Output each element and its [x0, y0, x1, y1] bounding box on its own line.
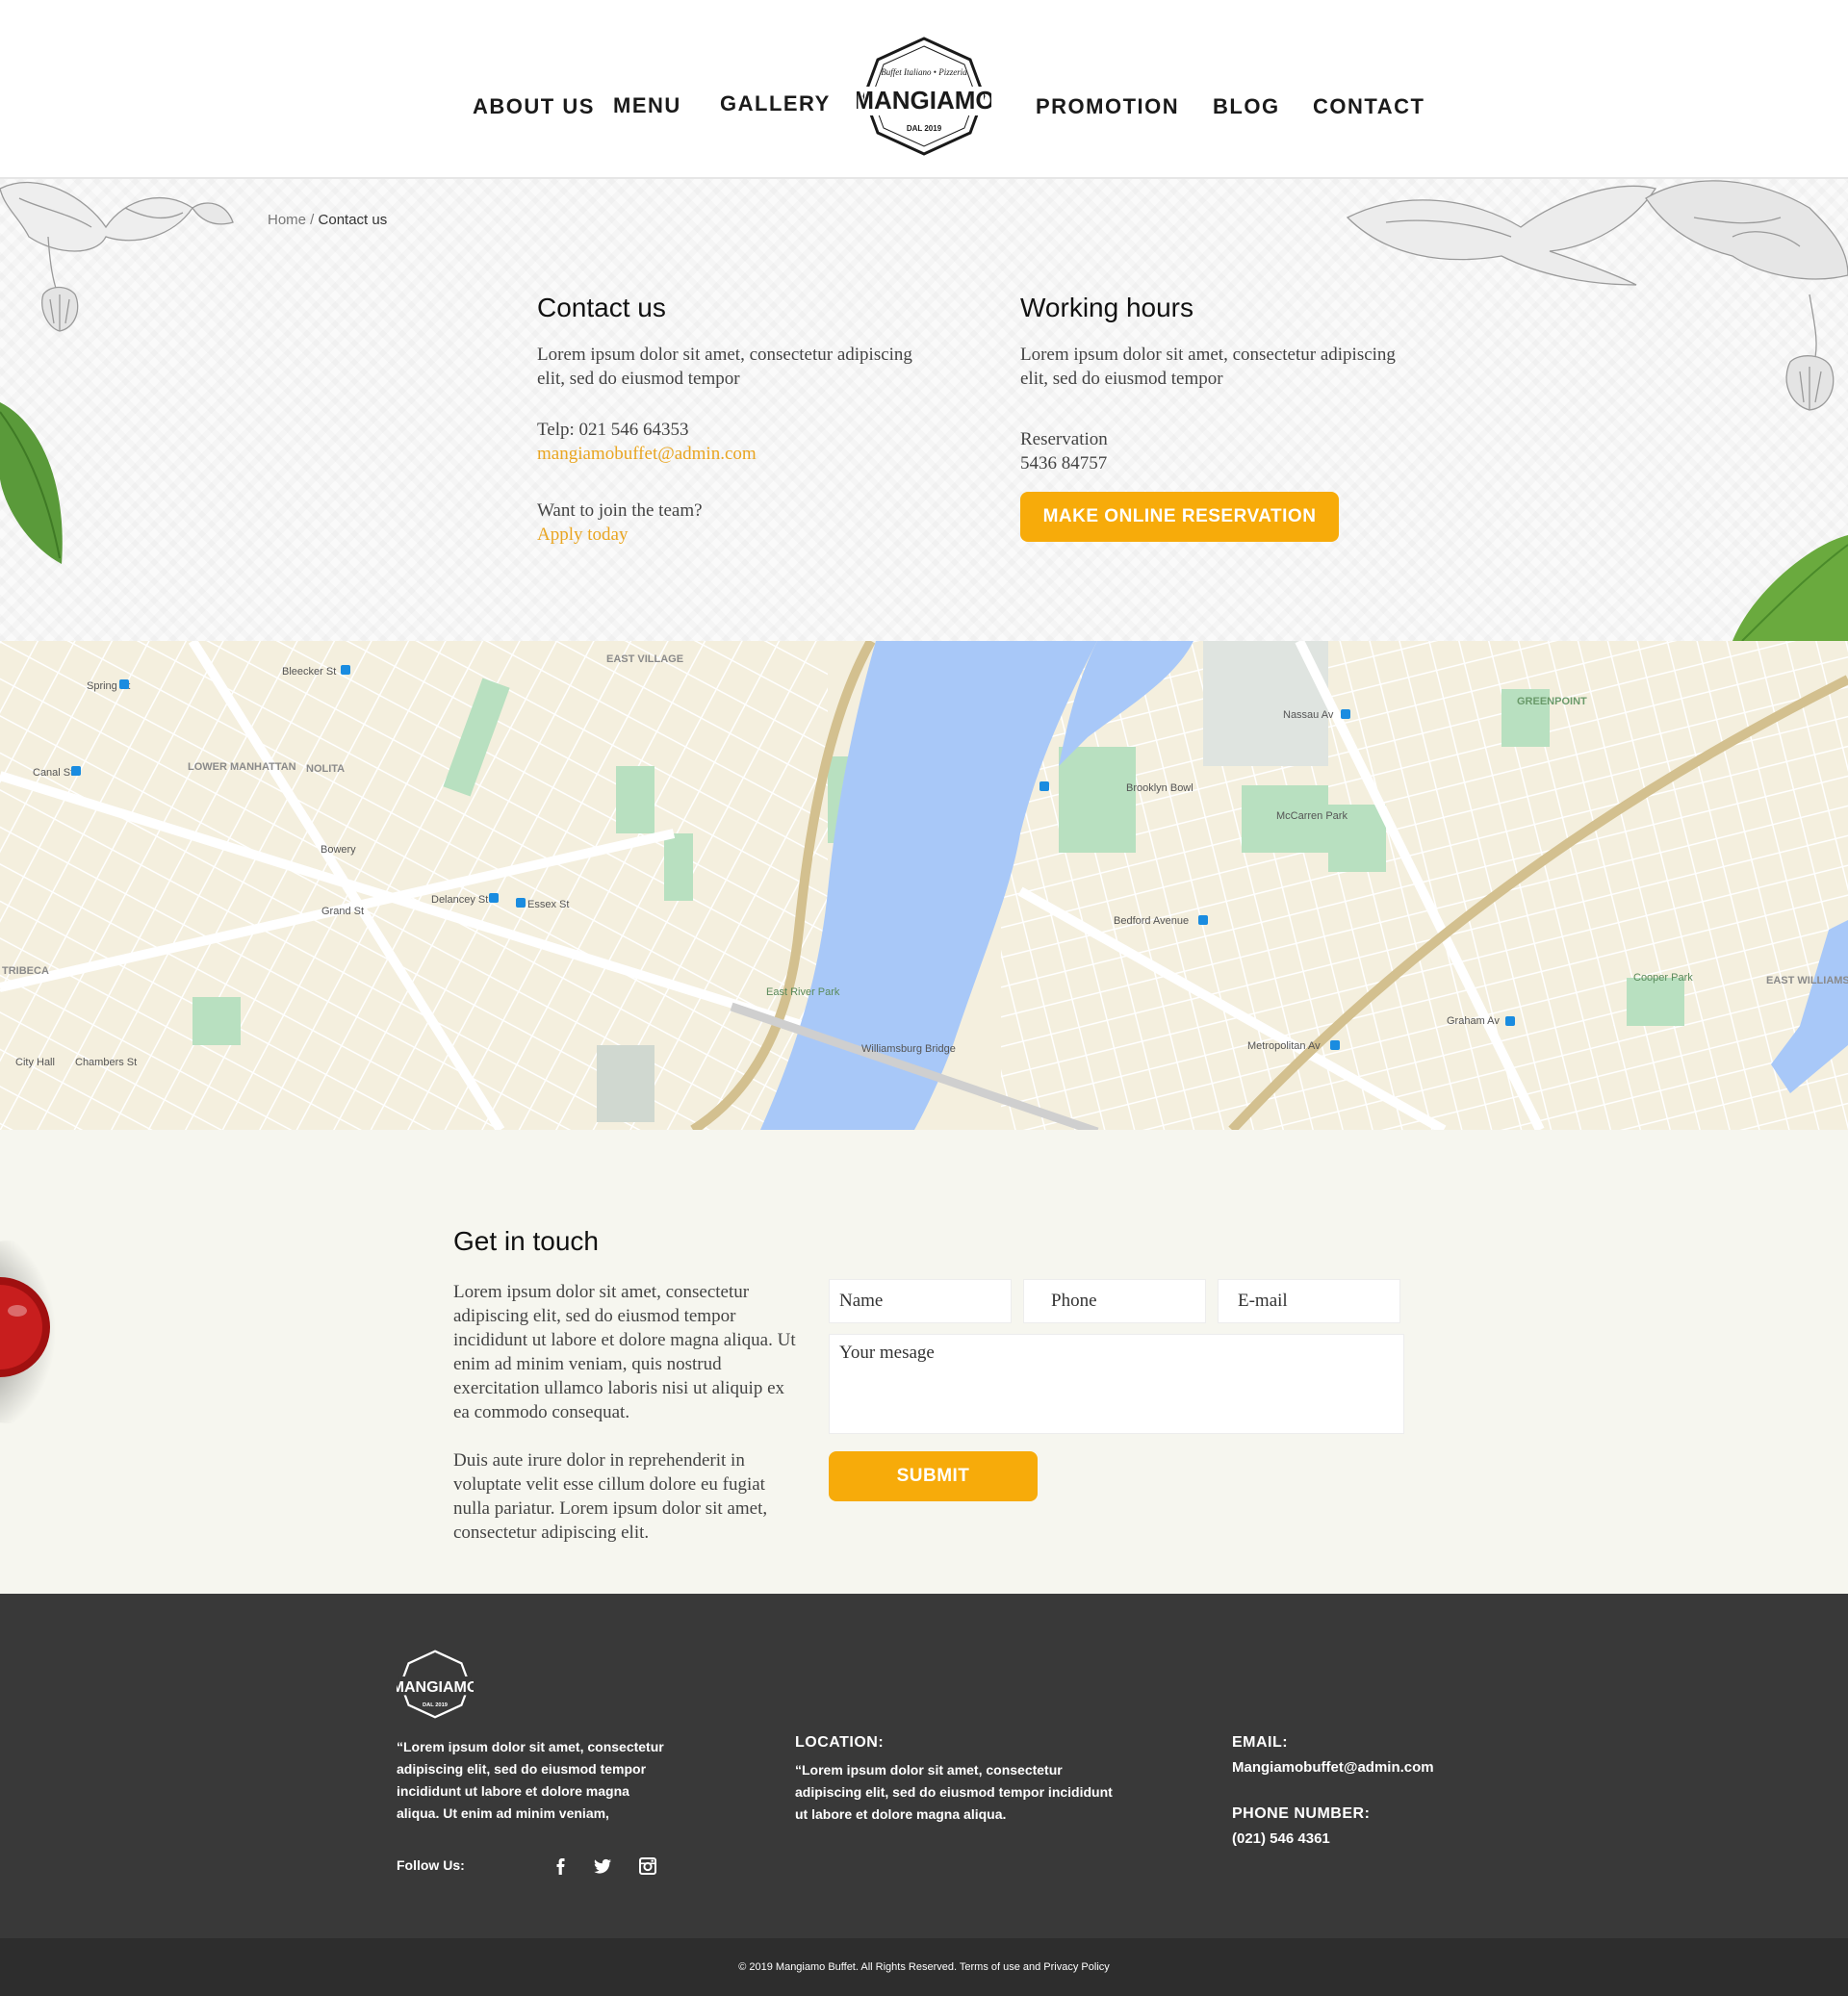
map-label-brooklyn-bowl: Brooklyn Bowl: [1126, 782, 1194, 794]
reservation-number: 5436 84757: [1020, 453, 1108, 473]
map-label-east-river-park: East River Park: [766, 986, 840, 998]
map-label-grand-st: Grand St: [321, 906, 364, 917]
contact-us-column: Contact us Lorem ipsum dolor sit amet, c…: [537, 293, 941, 547]
get-in-touch-paragraph-2: Duis aute irure dolor in reprehenderit i…: [453, 1450, 768, 1543]
map-label-nolita: NOLITA: [306, 763, 345, 775]
map-label-metropolitan-av: Metropolitan Av: [1247, 1040, 1321, 1052]
get-in-touch-title: Get in touch: [453, 1226, 599, 1256]
footer-phone-heading: PHONE NUMBER:: [1232, 1805, 1371, 1822]
email-input[interactable]: [1218, 1279, 1400, 1323]
map-label-bowery: Bowery: [321, 844, 356, 856]
working-hours-text: Lorem ipsum dolor sit amet, consectetur …: [1020, 345, 1396, 389]
logo-tagline: Buffet Italiano • Pizzeria: [881, 67, 967, 77]
footer-location-text: “Lorem ipsum dolor sit amet, consectetur…: [795, 1762, 1113, 1822]
contact-email-link[interactable]: mangiamobuffet@admin.com: [537, 442, 941, 466]
nav-gallery[interactable]: GALLERY: [720, 91, 831, 116]
nav-menu[interactable]: MENU: [613, 93, 681, 118]
make-online-reservation-button[interactable]: MAKE ONLINE RESERVATION: [1020, 492, 1339, 542]
submit-button[interactable]: SUBMIT: [829, 1451, 1038, 1501]
map-label-delancey-st: Delancey St: [431, 894, 488, 906]
basil-leaf-icon: [1732, 535, 1848, 641]
follow-us-label: Follow Us:: [397, 1857, 465, 1873]
breadcrumb: Home / Contact us: [268, 212, 387, 228]
footer-about-text: “Lorem ipsum dolor sit amet, consectetur…: [397, 1739, 664, 1821]
footer-logo-icon[interactable]: MANGIAMO DAL 2019: [397, 1648, 474, 1721]
nav-contact[interactable]: CONTACT: [1313, 94, 1424, 119]
footer-location-heading: LOCATION:: [795, 1734, 885, 1751]
sauce-bowl-icon: [0, 1241, 87, 1423]
footer-logo-name: MANGIAMO: [397, 1679, 474, 1696]
copyright-bar: © 2019 Mangiamo Buffet. All Rights Reser…: [0, 1938, 1848, 1996]
location-map[interactable]: EAST VILLAGE LOWER MANHATTAN NOLITA TRIB…: [0, 641, 1848, 1130]
site-logo[interactable]: Buffet Italiano • Pizzeria MANGIAMO DAL …: [853, 35, 995, 158]
map-label-city-hall: City Hall: [15, 1057, 55, 1068]
map-label-greenpoint: GREENPOINT: [1517, 696, 1587, 707]
copyright-text: © 2019 Mangiamo Buffet. All Rights Reser…: [738, 1961, 1110, 1973]
map-label-tribeca: TRIBECA: [2, 965, 49, 977]
breadcrumb-separator: /: [306, 212, 319, 228]
map-label-east-williamsburg: EAST WILLIAMSBURG: [1766, 975, 1848, 986]
apply-today-link[interactable]: Apply today: [537, 523, 941, 547]
map-label-chambers-st: Chambers St: [75, 1057, 137, 1068]
working-hours-title: Working hours: [1020, 293, 1194, 322]
map-label-cooper-park: Cooper Park: [1633, 972, 1693, 984]
map-label-williamsburg-bridge: Williamsburg Bridge: [861, 1043, 956, 1055]
phone-input[interactable]: [1023, 1279, 1206, 1323]
map-label-essex-st: Essex St: [527, 899, 569, 910]
facebook-icon[interactable]: [549, 1855, 572, 1878]
breadcrumb-home[interactable]: Home: [268, 212, 306, 228]
contact-phone: Telp: 021 546 64353: [537, 420, 689, 440]
twitter-icon[interactable]: [591, 1855, 614, 1878]
working-hours-column: Working hours Lorem ipsum dolor sit amet…: [1020, 293, 1424, 475]
map-label-nassau-av: Nassau Av: [1283, 709, 1334, 721]
contact-us-text: Lorem ipsum dolor sit amet, consectetur …: [537, 345, 912, 389]
map-label-bleecker-st: Bleecker St: [282, 666, 336, 678]
site-footer: MANGIAMO DAL 2019 “Lorem ipsum dolor sit…: [0, 1594, 1848, 1938]
instagram-icon[interactable]: [636, 1855, 659, 1878]
contact-info-section: Home / Contact us Contact us Lorem ipsum…: [0, 179, 1848, 641]
map-label-graham-av: Graham Av: [1447, 1015, 1500, 1027]
flower-decor-icon: [0, 181, 234, 332]
name-input[interactable]: [829, 1279, 1012, 1323]
map-label-lower-manhattan: LOWER MANHATTAN: [188, 761, 296, 773]
map-label-east-village: EAST VILLAGE: [606, 653, 683, 665]
nav-about-us[interactable]: ABOUT US: [473, 94, 595, 119]
get-in-touch-text: Lorem ipsum dolor sit amet, consectetur …: [453, 1280, 800, 1545]
breadcrumb-current: Contact us: [318, 212, 388, 228]
map-label-bedford-avenue: Bedford Avenue: [1114, 915, 1189, 927]
footer-logo-since: DAL 2019: [423, 1702, 448, 1708]
map-label-mccarren-park: McCarren Park: [1276, 810, 1348, 822]
logo-since: DAL 2019: [907, 124, 942, 133]
map-label-canal-st: Canal St: [33, 767, 73, 779]
logo-badge-icon: Buffet Italiano • Pizzeria MANGIAMO DAL …: [853, 37, 995, 156]
footer-email-heading: EMAIL:: [1232, 1734, 1289, 1751]
logo-name: MANGIAMO: [857, 86, 991, 115]
footer-phone-value: (021) 546 4361: [1232, 1830, 1330, 1847]
nav-promotion[interactable]: PROMOTION: [1036, 94, 1179, 119]
message-textarea[interactable]: [829, 1334, 1404, 1434]
site-header: ABOUT US MENU GALLERY Buffet Italiano • …: [0, 0, 1848, 179]
get-in-touch-paragraph-1: Lorem ipsum dolor sit amet, consectetur …: [453, 1282, 796, 1422]
map-canvas[interactable]: EAST VILLAGE LOWER MANHATTAN NOLITA TRIB…: [0, 641, 1848, 1130]
basil-leaf-icon: [0, 402, 63, 564]
nav-blog[interactable]: BLOG: [1213, 94, 1280, 119]
join-team-text: Want to join the team?: [537, 500, 703, 521]
get-in-touch-section: Get in touch Lorem ipsum dolor sit amet,…: [0, 1130, 1848, 1594]
contact-us-title: Contact us: [537, 293, 666, 322]
reservation-label: Reservation: [1020, 429, 1108, 449]
footer-email-value[interactable]: Mangiamobuffet@admin.com: [1232, 1759, 1434, 1776]
